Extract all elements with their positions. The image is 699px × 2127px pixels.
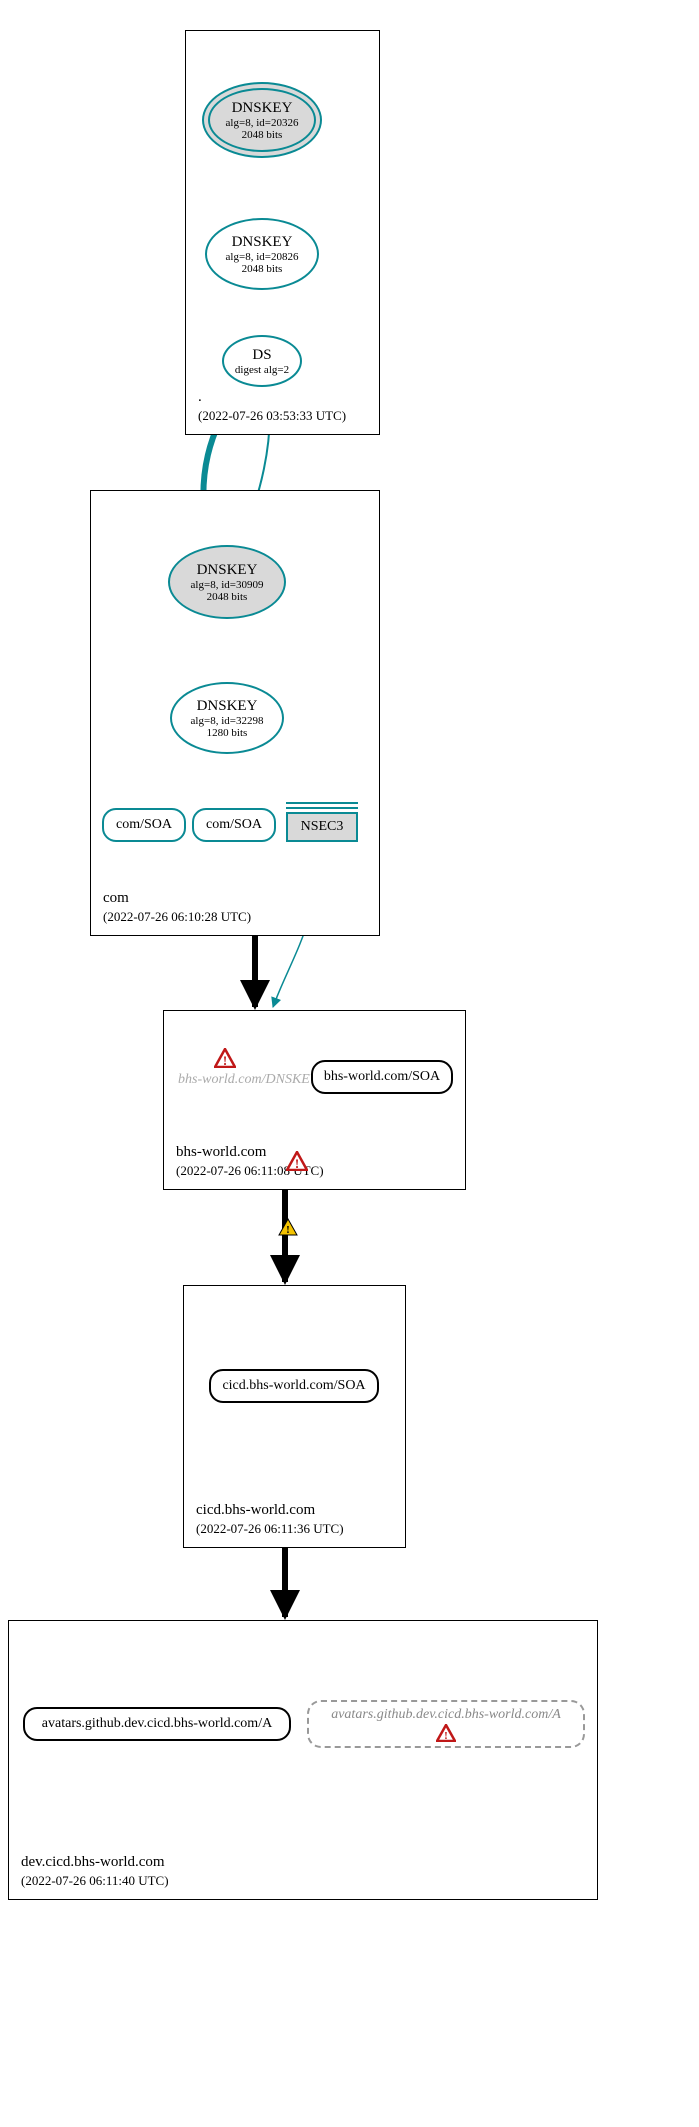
node-rrset-com-soa-2: com/SOA xyxy=(192,808,276,842)
zone-timestamp: (2022-07-26 03:53:33 UTC) xyxy=(198,408,346,424)
node-rrset-com-soa-1: com/SOA xyxy=(102,808,186,842)
zone-timestamp: (2022-07-26 06:10:28 UTC) xyxy=(103,909,251,925)
zone-timestamp: (2022-07-26 06:11:40 UTC) xyxy=(21,1873,169,1889)
node-nsec3: NSEC3 xyxy=(286,812,358,842)
node-dnskey-bhs-missing: bhs-world.com/DNSKEY xyxy=(178,1072,318,1088)
zone-com-label: com (2022-07-26 06:10:28 UTC) xyxy=(103,890,251,925)
node-dnskey-root-zsk: DNSKEY alg=8, id=20826 2048 bits xyxy=(205,218,319,290)
zone-cicd-label: cicd.bhs-world.com (2022-07-26 06:11:36 … xyxy=(196,1502,344,1537)
zone-dev-label: dev.cicd.bhs-world.com (2022-07-26 06:11… xyxy=(21,1854,169,1889)
zone-cicd: cicd.bhs-world.com (2022-07-26 06:11:36 … xyxy=(183,1285,406,1548)
node-dnskey-com-zsk: DNSKEY alg=8, id=32298 1280 bits xyxy=(170,682,284,754)
node-rrset-cicd-soa: cicd.bhs-world.com/SOA xyxy=(209,1369,379,1403)
node-rrset-dev-a: avatars.github.dev.cicd.bhs-world.com/A xyxy=(23,1707,291,1741)
alert-warning-icon: ! xyxy=(278,1218,298,1236)
svg-text:!: ! xyxy=(223,1053,227,1068)
zone-name: cicd.bhs-world.com xyxy=(196,1502,344,1519)
alert-error-icon: ! xyxy=(286,1151,308,1171)
zone-root-label: . (2022-07-26 03:53:33 UTC) xyxy=(198,389,346,424)
zone-bhs-world: bhs-world.com (2022-07-26 06:11:08 UTC) xyxy=(163,1010,466,1190)
node-ds-root: DS digest alg=2 xyxy=(222,335,302,387)
zone-timestamp: (2022-07-26 06:11:36 UTC) xyxy=(196,1521,344,1537)
node-dnskey-com-ksk: DNSKEY alg=8, id=30909 2048 bits xyxy=(168,545,286,619)
alert-error-icon: ! xyxy=(436,1724,456,1742)
svg-text:!: ! xyxy=(444,1730,448,1742)
svg-text:!: ! xyxy=(286,1224,290,1236)
zone-name: . xyxy=(198,389,346,406)
node-rrset-bhs-soa: bhs-world.com/SOA xyxy=(311,1060,453,1094)
zone-name: com xyxy=(103,890,251,907)
zone-name: dev.cicd.bhs-world.com xyxy=(21,1854,169,1871)
node-dnskey-root-ksk: DNSKEY alg=8, id=20326 2048 bits xyxy=(202,82,322,158)
zone-dev: dev.cicd.bhs-world.com (2022-07-26 06:11… xyxy=(8,1620,598,1900)
node-rrset-dev-a-missing: avatars.github.dev.cicd.bhs-world.com/A … xyxy=(307,1700,585,1748)
svg-text:!: ! xyxy=(295,1156,299,1171)
alert-error-icon: ! xyxy=(214,1048,236,1068)
